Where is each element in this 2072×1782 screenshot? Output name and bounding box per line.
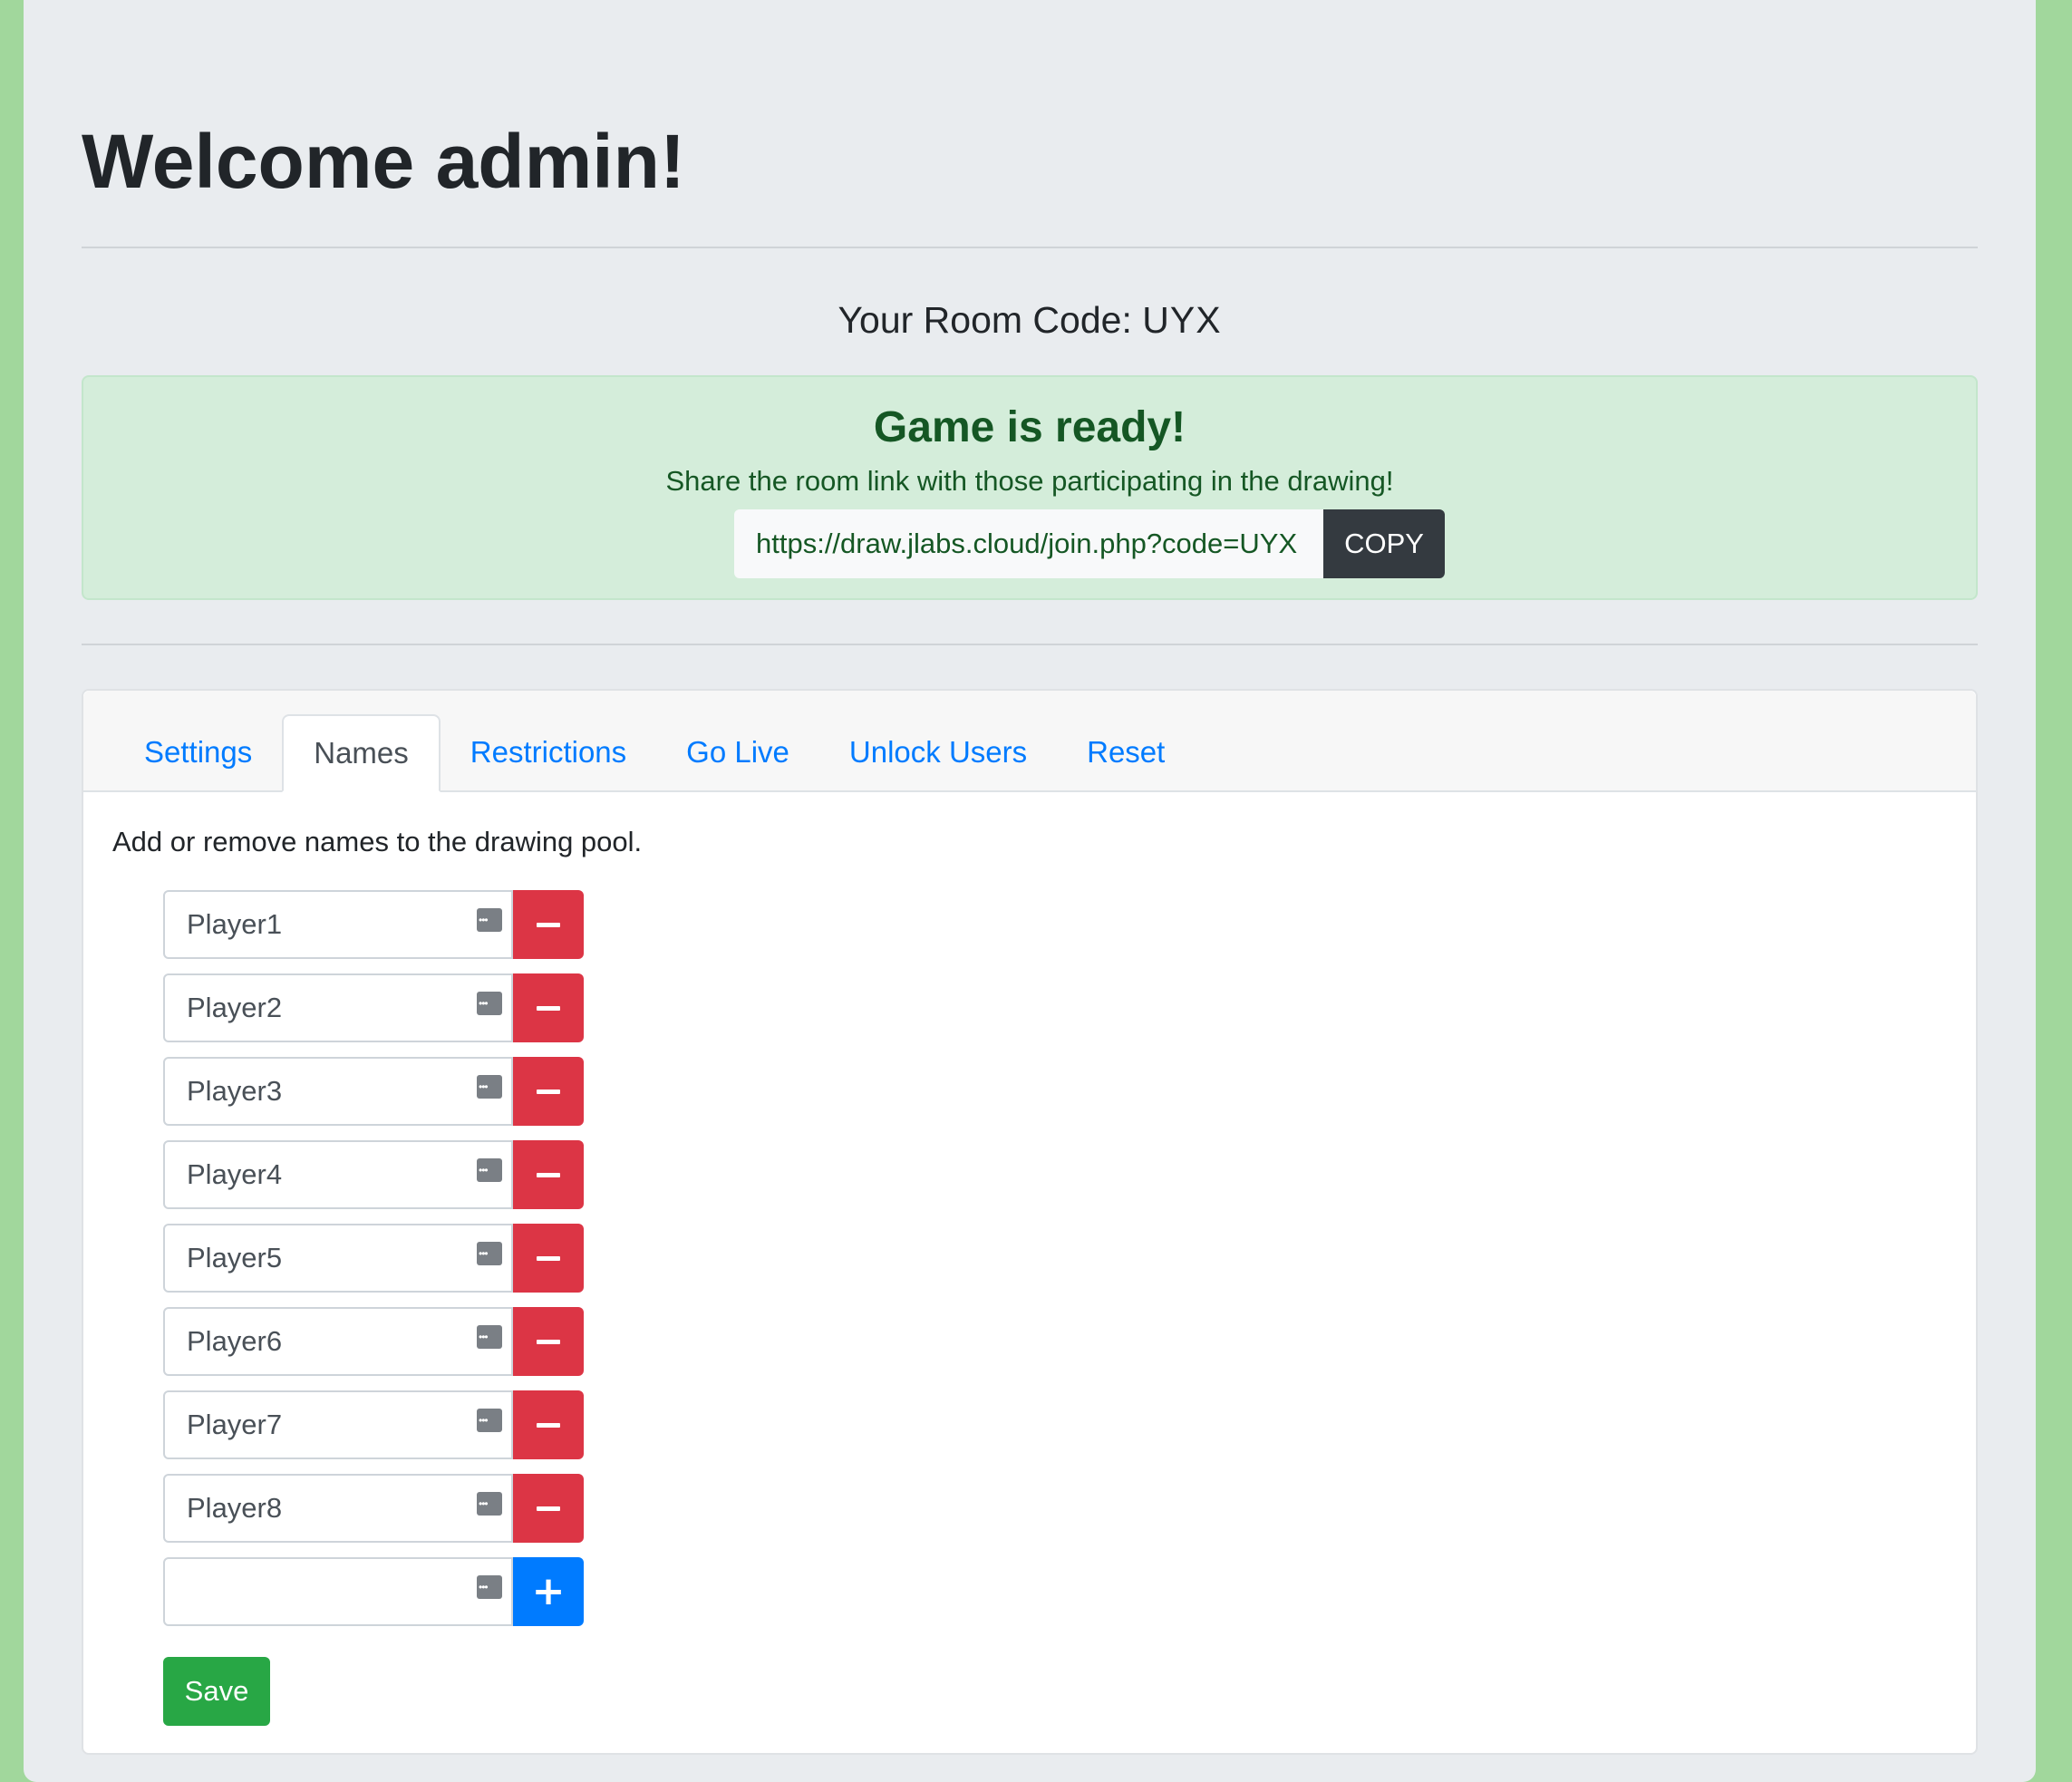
name-value: Player3 [187, 1075, 283, 1107]
name-input[interactable]: Player1 [163, 890, 513, 959]
name-value: Player4 [187, 1158, 283, 1190]
names-intro: Add or remove names to the drawing pool. [112, 826, 643, 857]
room-link-group: https://draw.jlabs.cloud/join.php?code=U… [734, 509, 1445, 578]
name-input[interactable]: Player4 [163, 1140, 513, 1209]
alert-heading: Game is ready! [873, 403, 1186, 451]
alert-message: Share the room link with those participa… [665, 465, 1394, 497]
name-value: Player8 [187, 1492, 283, 1524]
remove-name-button[interactable] [513, 890, 584, 959]
name-input[interactable]: Player2 [163, 973, 513, 1042]
page-title: Welcome admin! [82, 119, 685, 204]
name-value: Player7 [187, 1409, 283, 1440]
tab-bar: Settings Names Restrictions Go Live Unlock U… [83, 691, 1976, 792]
name-value: Player2 [187, 992, 283, 1023]
minus-icon [537, 1089, 560, 1094]
divider [82, 247, 1978, 248]
remove-name-button[interactable] [513, 1390, 584, 1459]
room-code-label: Your Room Code: [838, 299, 1143, 341]
name-input[interactable]: Player5 [163, 1224, 513, 1293]
room-code: Your Room Code: UYX [24, 295, 2036, 345]
new-name-input[interactable] [163, 1557, 513, 1626]
tab-settings[interactable]: Settings [114, 714, 282, 790]
save-button[interactable]: Save [163, 1657, 270, 1726]
name-value: Player1 [187, 908, 283, 940]
minus-icon [537, 1339, 560, 1344]
name-value: Player5 [187, 1242, 283, 1274]
new-name-row: + [163, 1557, 584, 1626]
minus-icon [537, 1172, 560, 1177]
name-value: Player6 [187, 1325, 283, 1357]
name-row: Player5 [163, 1224, 584, 1293]
dots-icon[interactable] [477, 1075, 502, 1099]
name-input[interactable]: Player8 [163, 1474, 513, 1543]
room-code-value: UYX [1142, 299, 1222, 341]
name-row: Player4 [163, 1140, 584, 1209]
name-row: Player6 [163, 1307, 584, 1376]
tab-reset[interactable]: Reset [1057, 714, 1195, 790]
remove-name-button[interactable] [513, 1474, 584, 1543]
minus-icon [537, 922, 560, 927]
dots-icon[interactable] [477, 1575, 502, 1599]
name-row: Player3 [163, 1057, 584, 1126]
game-ready-alert: Game is ready! Share the room link with … [82, 375, 1978, 600]
name-input[interactable]: Player7 [163, 1390, 513, 1459]
name-input[interactable]: Player6 [163, 1307, 513, 1376]
remove-name-button[interactable] [513, 973, 584, 1042]
minus-icon [537, 1005, 560, 1011]
minus-icon [537, 1255, 560, 1261]
dots-icon[interactable] [477, 908, 502, 932]
tab-go-live[interactable]: Go Live [656, 714, 819, 790]
add-name-button[interactable]: + [513, 1557, 584, 1626]
remove-name-button[interactable] [513, 1057, 584, 1126]
minus-icon [537, 1422, 560, 1428]
tab-unlock-users[interactable]: Unlock Users [819, 714, 1057, 790]
name-input[interactable]: Player3 [163, 1057, 513, 1126]
remove-name-button[interactable] [513, 1307, 584, 1376]
dots-icon[interactable] [477, 1325, 502, 1349]
main-container: Welcome admin! Your Room Code: UYX Game … [24, 0, 2036, 1782]
name-row: Player2 [163, 973, 584, 1042]
tab-names[interactable]: Names [282, 714, 441, 792]
dots-icon[interactable] [477, 1158, 502, 1182]
room-link[interactable]: https://draw.jlabs.cloud/join.php?code=U… [734, 509, 1323, 578]
plus-icon: + [531, 1568, 566, 1614]
names-list: Player1 Player2 Player3 Player4 Player5 Playe… [163, 890, 584, 1641]
remove-name-button[interactable] [513, 1224, 584, 1293]
divider [82, 644, 1978, 645]
name-row: Player8 [163, 1474, 584, 1543]
dots-icon[interactable] [477, 1409, 502, 1432]
tabs: Settings Names Restrictions Go Live Unlock U… [114, 714, 1195, 792]
remove-name-button[interactable] [513, 1140, 584, 1209]
dots-icon[interactable] [477, 992, 502, 1015]
name-row: Player1 [163, 890, 584, 959]
admin-card: Settings Names Restrictions Go Live Unlock U… [82, 689, 1978, 1755]
tab-restrictions[interactable]: Restrictions [441, 714, 656, 790]
dots-icon[interactable] [477, 1242, 502, 1265]
copy-button[interactable]: COPY [1323, 509, 1445, 578]
name-row: Player7 [163, 1390, 584, 1459]
dots-icon[interactable] [477, 1492, 502, 1516]
minus-icon [537, 1506, 560, 1511]
